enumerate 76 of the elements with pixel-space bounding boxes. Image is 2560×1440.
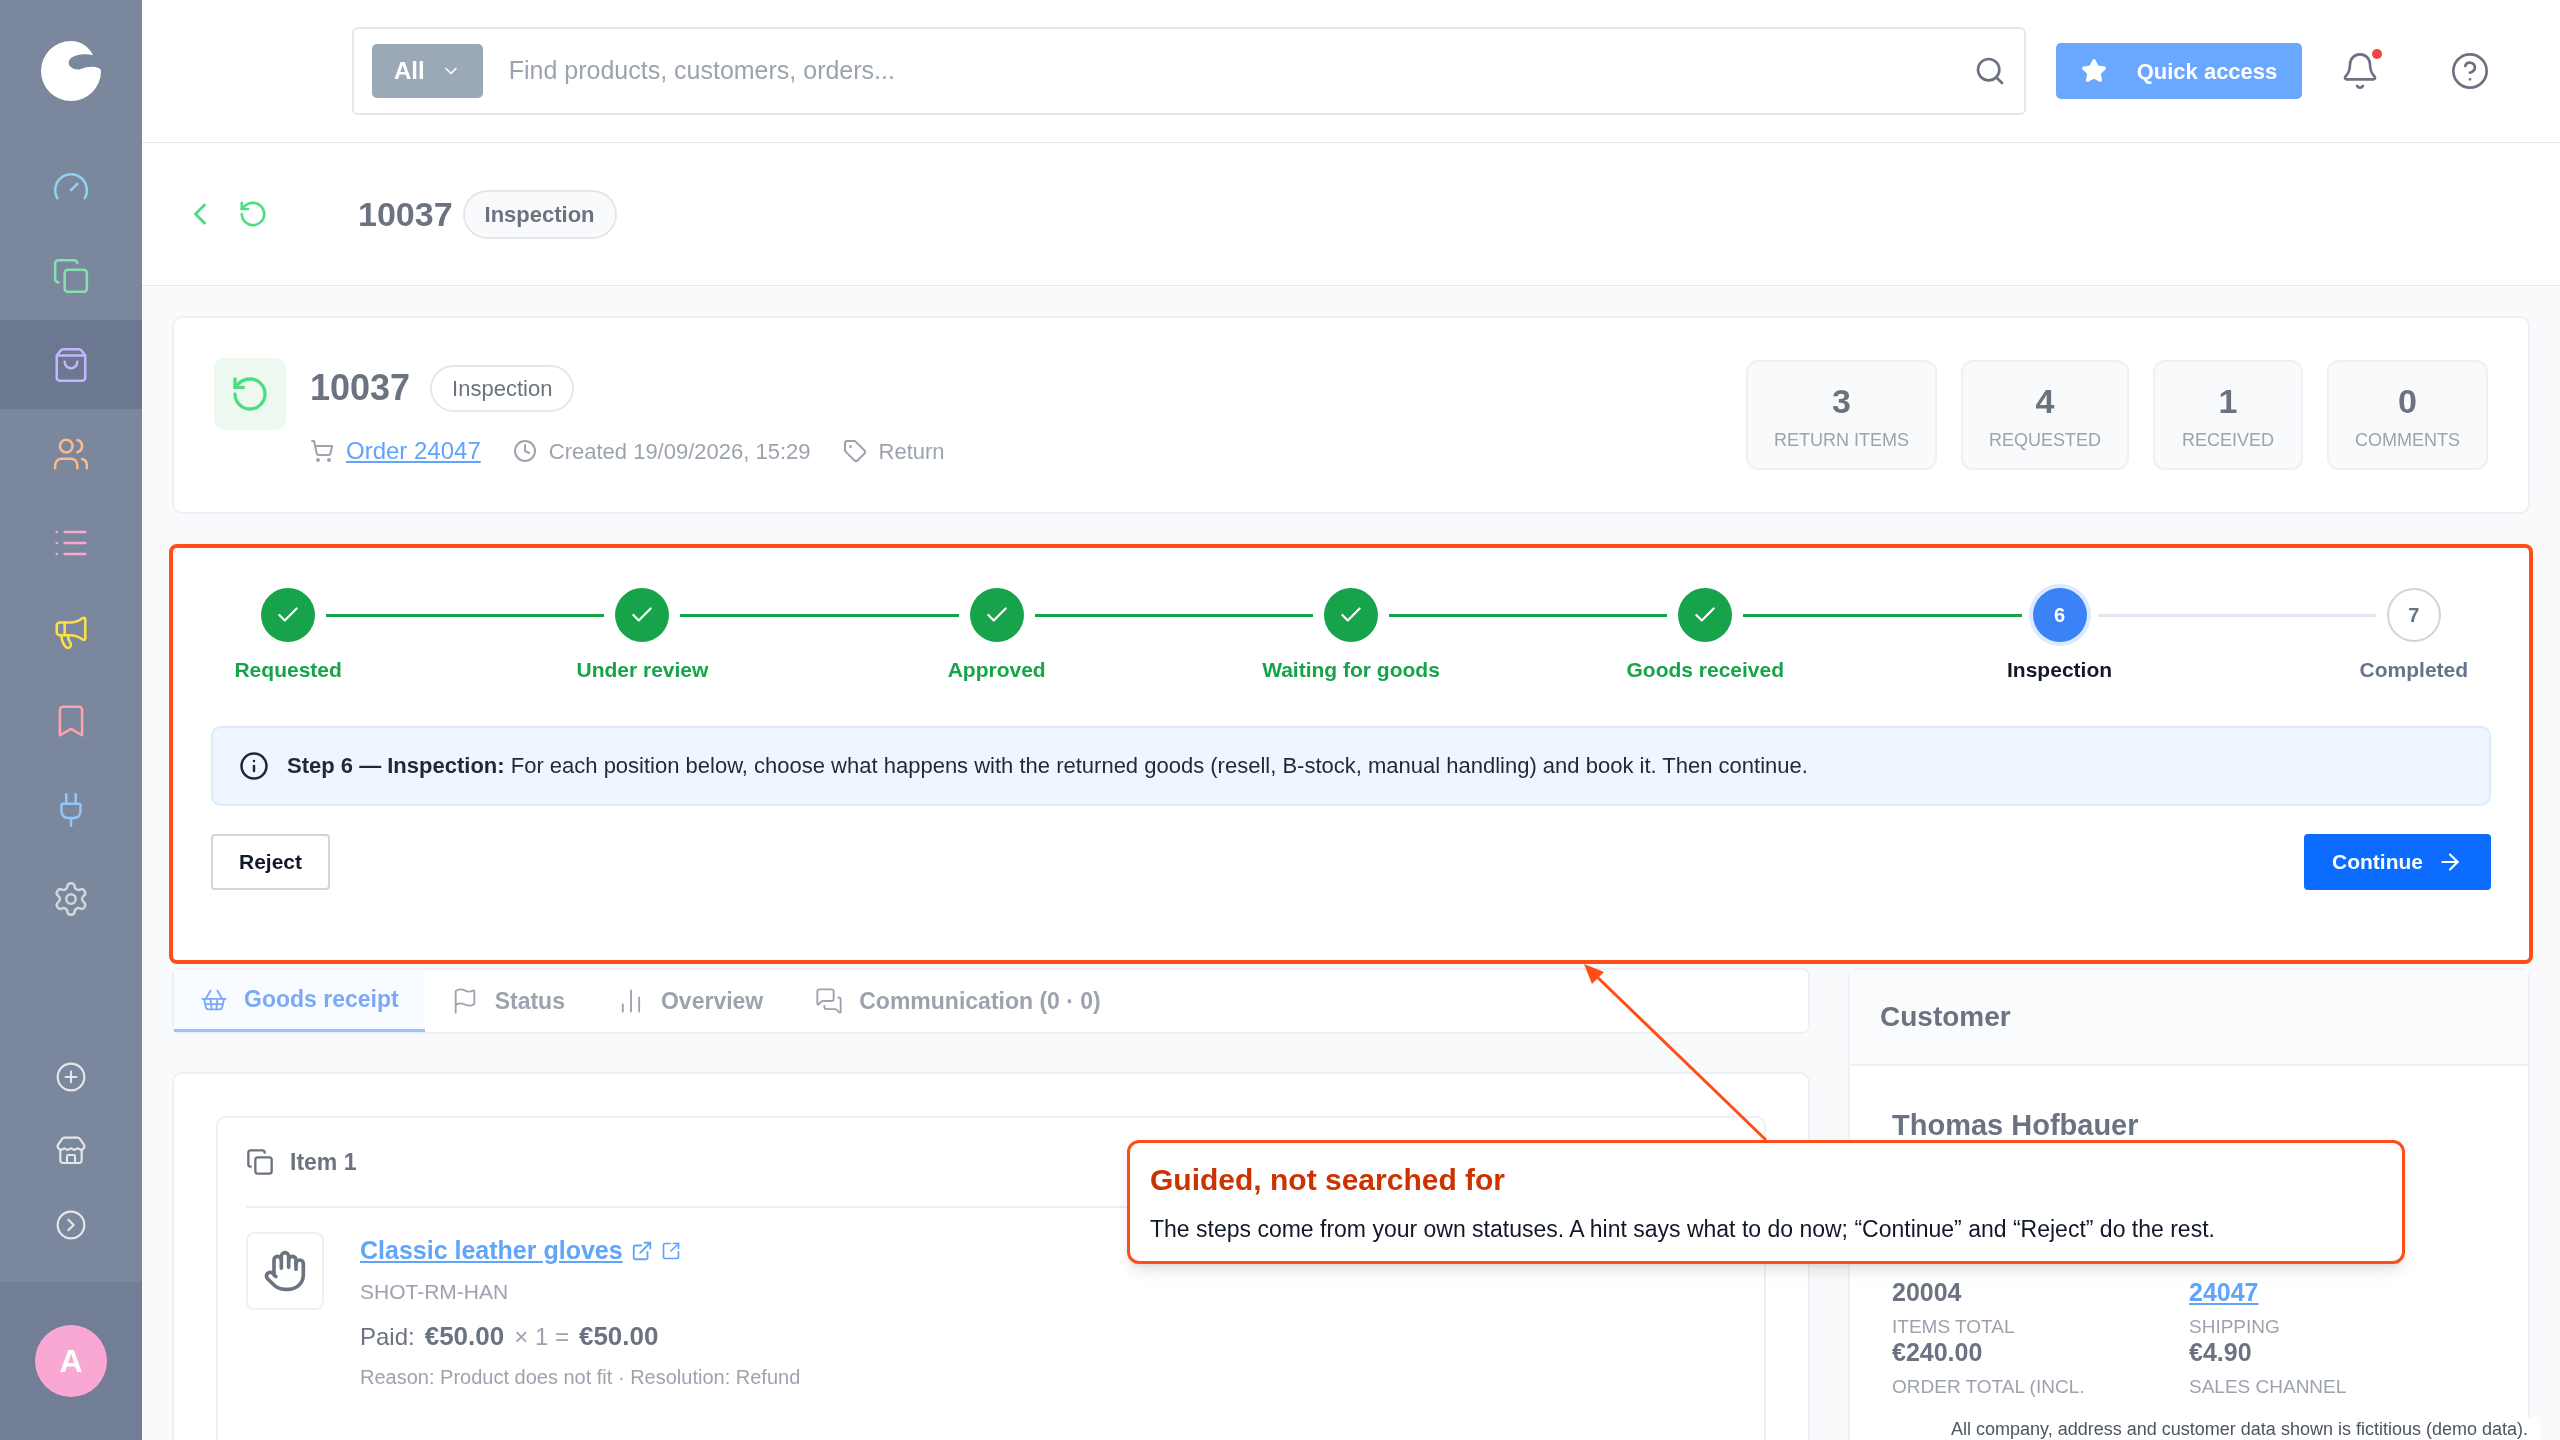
copy-icon (246, 1148, 274, 1176)
search-icon[interactable] (1974, 55, 2006, 87)
stat-label: RETURN ITEMS (1773, 429, 1909, 452)
user-avatar[interactable]: A (35, 1325, 107, 1397)
info-icon (239, 750, 269, 781)
bag-icon (52, 345, 90, 384)
copy-icon (52, 256, 90, 295)
field-label: SALES CHANNEL (2189, 1376, 2348, 1396)
field-value: €4.90 (2189, 1339, 2253, 1365)
tab[interactable]: Overview (590, 970, 790, 1032)
step-label: Requested (234, 657, 342, 683)
item-title: Item 1 (290, 1147, 357, 1177)
field-label: SHIPPING (2189, 1316, 2281, 1336)
return-type: Return (878, 437, 945, 466)
step-indicator: 6 (2032, 588, 2087, 642)
callout-title: Guided, not searched for (1150, 1162, 1507, 1198)
scope-dropdown[interactable]: All (372, 44, 483, 98)
refresh-icon[interactable] (238, 199, 268, 229)
field-label: ITEMS TOTAL (1892, 1316, 2016, 1336)
tab[interactable]: Communication (0 · 0) (789, 970, 1127, 1032)
stat-value: 0 (2398, 381, 2417, 422)
settings-icon (52, 879, 90, 918)
step-label: Inspection (2007, 657, 2113, 683)
expand-icon (55, 1209, 87, 1241)
logo-icon (39, 39, 103, 103)
external-link-icon[interactable] (630, 1239, 653, 1262)
star-icon (2080, 58, 2107, 84)
stat-label: COMMENTS (2355, 429, 2460, 452)
order-link[interactable]: 24047 (2189, 1279, 2259, 1305)
product-link[interactable]: Classic leather gloves (360, 1232, 623, 1270)
sidebar-item[interactable] (0, 320, 142, 409)
line-total: €50.00 (578, 1320, 659, 1353)
callout-text: The steps come from your own statuses. A hint says what to do now; “Continue” and “Reject” do the rest. (1150, 1215, 2216, 1244)
quick-access-button[interactable]: Quick access (2056, 43, 2302, 99)
panel-title: Customer (1880, 1000, 2011, 1034)
stat-label: RECEIVED (2182, 429, 2274, 452)
created-date: Created 19/09/2026, 15:29 (548, 437, 811, 466)
help-icon[interactable] (2450, 51, 2490, 91)
page-title: 10037 (358, 193, 453, 235)
return-icon (230, 374, 270, 414)
step-label: Under review (576, 657, 709, 683)
hand-icon (263, 1249, 307, 1293)
paid-label: Paid: (360, 1322, 415, 1352)
store-icon (55, 1135, 87, 1167)
tab[interactable]: Goods receipt (174, 970, 425, 1032)
external-link-icon[interactable] (660, 1240, 681, 1261)
unit-price: €50.00 (424, 1320, 505, 1353)
chat-icon (815, 987, 844, 1015)
stat-value: 4 (2035, 381, 2055, 422)
field-value: €240.00 (1892, 1339, 1984, 1365)
status-badge: Inspection (430, 364, 575, 412)
clock-icon (512, 439, 537, 463)
customer-number: 20004 (1892, 1279, 1963, 1305)
return-number: 10037 (310, 366, 411, 410)
search-field[interactable]: All Find products, customers, orders... (352, 27, 2026, 115)
status-badge: Inspection (462, 189, 617, 239)
cart-icon (310, 439, 334, 463)
continue-button[interactable]: Continue (2304, 833, 2491, 890)
customer-name: Thomas Hofbauer (1892, 1108, 2140, 1143)
stat-value: 1 (2218, 381, 2238, 422)
step-indicator: 7 (2386, 588, 2441, 642)
step-label: Waiting for goods (1262, 657, 1440, 683)
order-link[interactable]: Order 24047 (346, 433, 481, 469)
add-icon (55, 1061, 87, 1093)
quantity: × 1 = (514, 1322, 569, 1352)
stat-value: 3 (1832, 381, 1851, 422)
step-label: Completed (2359, 657, 2469, 683)
product-sku: SHOT-RM-HAN (360, 1278, 510, 1305)
reject-button[interactable]: Reject (211, 833, 331, 890)
step-label: Approved (947, 657, 1046, 683)
tab[interactable]: Status (424, 970, 591, 1032)
step-hint: Step 6 — Inspection: For each position below, choose what happens with the returned goods (resell, B-stock, manual handling) and book it. Then continue. (287, 752, 1808, 780)
step-label: Goods received (1626, 657, 1785, 683)
stat-label: REQUESTED (1988, 429, 2101, 452)
field-label: ORDER TOTAL (INCL. (1892, 1376, 2086, 1396)
return-reason: Reason: Product does not fit · Resolution: Refund (360, 1365, 801, 1390)
